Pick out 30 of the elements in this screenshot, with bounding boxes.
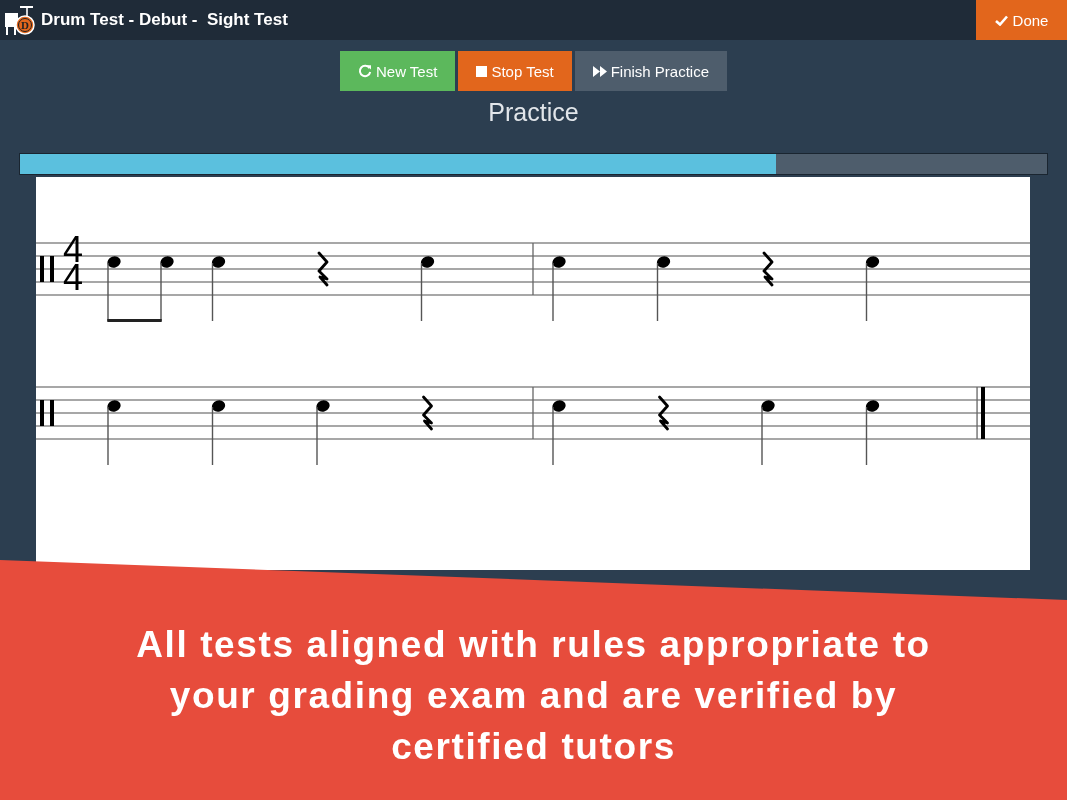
quarter-note-icon — [656, 256, 671, 322]
refresh-icon — [357, 64, 372, 78]
quarter-note-icon — [865, 400, 880, 466]
quarter-note-icon — [211, 400, 226, 466]
quarter-note-icon — [865, 256, 880, 322]
quarter-note-icon — [552, 400, 566, 466]
stop-test-button[interactable]: Stop Test — [458, 51, 572, 91]
quarter-rest-icon — [317, 251, 329, 287]
banner-text: All tests aligned with rules appropriate to your grading exam and are verified by certified tutors — [135, 623, 932, 769]
quarter-note-icon — [420, 256, 435, 322]
quarter-note-icon — [211, 256, 226, 322]
finish-practice-button[interactable]: Finish Practice — [574, 51, 728, 91]
new-test-button[interactable]: New Test — [339, 51, 456, 91]
quarter-note-icon — [107, 400, 121, 466]
quarter-note-icon — [316, 400, 330, 466]
eighth-notes-icon — [107, 256, 174, 322]
quarter-rest-icon — [762, 251, 774, 287]
check-icon — [994, 14, 1008, 26]
quarter-rest-icon — [422, 395, 433, 431]
stop-icon — [476, 65, 488, 77]
mode-title: Practice — [488, 97, 579, 127]
percussion-clef-icon — [40, 400, 54, 426]
percussion-clef-icon — [40, 256, 54, 282]
done-button[interactable]: Done — [976, 0, 1067, 40]
quarter-note-icon — [552, 256, 566, 322]
window-title: Drum Test - Debut - Sight Test — [41, 10, 288, 30]
fast-forward-icon — [592, 65, 607, 77]
quarter-rest-icon — [658, 395, 669, 431]
drum-logo: D — [3, 4, 35, 36]
quarter-note-icon — [761, 400, 775, 466]
